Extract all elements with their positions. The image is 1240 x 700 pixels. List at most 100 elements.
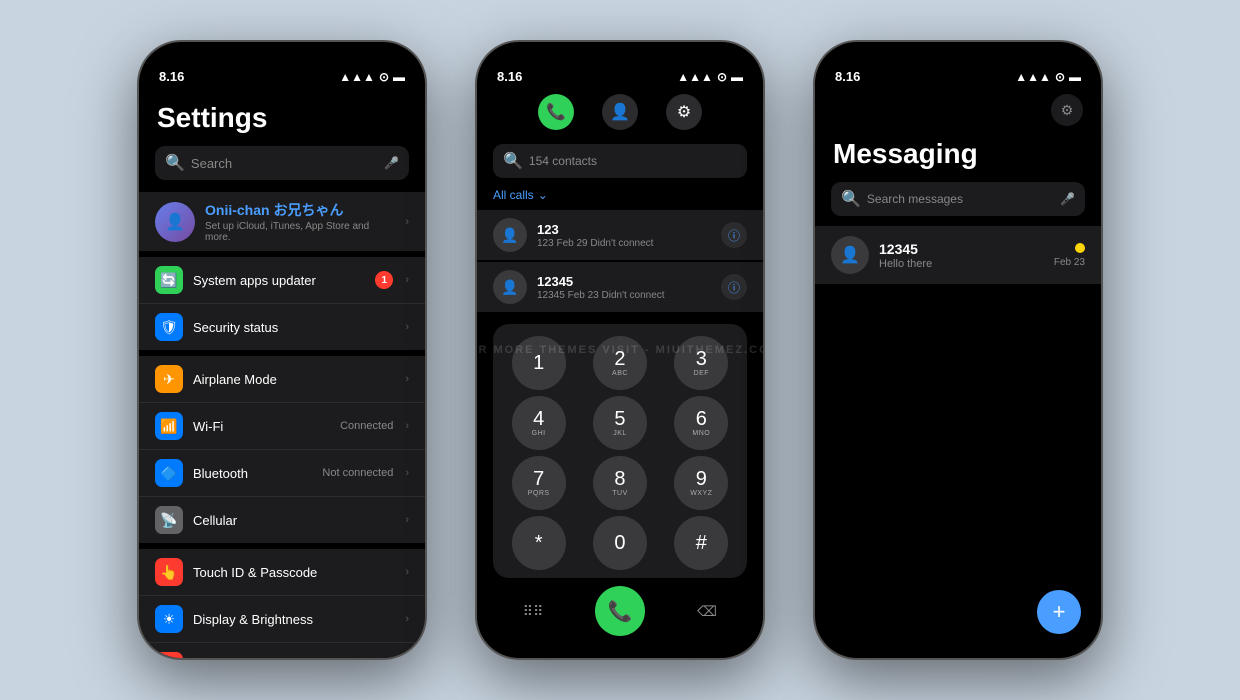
display-icon: ☀ — [155, 605, 183, 633]
chevron: › — [405, 274, 409, 286]
touchid-label: Touch ID & Passcode — [193, 565, 393, 580]
wifi-settings-icon: 📶 — [155, 412, 183, 440]
security-status-label: Security status — [193, 320, 393, 335]
call-info-btn-1[interactable]: ⓘ — [721, 222, 747, 248]
call-row-1[interactable]: 👤 123 123 Feb 29 Didn't connect ⓘ — [477, 210, 763, 260]
settings-row-wifi[interactable]: 📶 Wi-Fi Connected › — [139, 403, 425, 450]
dial-key-4[interactable]: 4GHI — [512, 396, 566, 450]
messaging-title: Messaging — [815, 134, 1101, 178]
message-date-1: Feb 23 — [1054, 257, 1085, 268]
settings-search-bar[interactable]: 🔍 Search 🎤 — [155, 146, 409, 180]
system-updater-icon: 🔄 — [155, 266, 183, 294]
battery-icon: ▬ — [393, 70, 405, 84]
messaging-search-placeholder: Search messages — [867, 192, 1054, 206]
messaging-gear-icon[interactable]: ⚙ — [1051, 94, 1083, 126]
dial-key-7[interactable]: 7PQRS — [512, 456, 566, 510]
message-preview-1: Hello there — [879, 258, 1044, 270]
call-avatar-1: 👤 — [493, 218, 527, 252]
messaging-search-bar[interactable]: 🔍 Search messages 🎤 — [831, 182, 1085, 216]
dial-key-6[interactable]: 6MNO — [674, 396, 728, 450]
dial-key-8[interactable]: 8TUV — [593, 456, 647, 510]
settings-row-cellular[interactable]: 📡 Cellular › — [139, 497, 425, 543]
security-status-icon: 🛡 — [155, 313, 183, 341]
sounds-icon: 🔔 — [155, 652, 183, 658]
message-avatar-1: 👤 — [831, 236, 869, 274]
search-icon-messaging: 🔍 — [841, 189, 861, 209]
settings-row-security-status[interactable]: 🛡 Security status › — [139, 304, 425, 350]
dial-key-star[interactable]: * — [512, 516, 566, 570]
settings-row-system-updater[interactable]: 🔄 System apps updater 1 › — [139, 257, 425, 304]
phones-container: 8.16 ▲▲▲ ⊙ ▬ Settings 🔍 Search 🎤 👤 — [137, 40, 1103, 660]
settings-row-touchid[interactable]: 👆 Touch ID & Passcode › — [139, 549, 425, 596]
airplane-icon: ✈ — [155, 365, 183, 393]
profile-row[interactable]: 👤 Onii-chan お兄ちゃん Set up iCloud, iTunes,… — [139, 192, 425, 251]
bluetooth-label: Bluetooth — [193, 466, 312, 481]
dialer-settings-icon[interactable]: ⚙ — [666, 94, 702, 130]
cellular-icon: 📡 — [155, 506, 183, 534]
unread-dot — [1075, 243, 1085, 253]
settings-screen: Settings 🔍 Search 🎤 👤 Onii-chan お兄ちゃん Se… — [139, 42, 425, 658]
all-calls-label: All calls — [493, 188, 534, 202]
wifi-icon-2: ⊙ — [717, 70, 727, 84]
call-name-2: 12345 — [537, 274, 711, 289]
call-button[interactable]: 📞 — [595, 586, 645, 636]
search-icon: 🔍 — [165, 153, 185, 173]
system-updater-badge: 1 — [375, 271, 393, 289]
search-placeholder: Search — [191, 156, 232, 171]
profile-subtitle: Set up iCloud, iTunes, App Store and mor… — [205, 221, 393, 243]
wifi-label: Wi-Fi — [193, 419, 330, 434]
chevron: › — [405, 613, 409, 625]
contacts-search-placeholder: 154 contacts — [529, 154, 597, 168]
contacts-icon[interactable]: 👤 — [602, 94, 638, 130]
settings-row-display[interactable]: ☀ Display & Brightness › — [139, 596, 425, 643]
wifi-icon-3: ⊙ — [1055, 70, 1065, 84]
dynamic-island-2 — [575, 54, 665, 80]
dial-key-0[interactable]: 0 — [593, 516, 647, 570]
wifi-value: Connected — [340, 420, 393, 432]
message-row-1[interactable]: 👤 12345 Hello there Feb 23 — [815, 226, 1101, 284]
dial-key-2[interactable]: 2ABC — [593, 336, 647, 390]
chevron: › — [405, 321, 409, 333]
dial-key-hash[interactable]: # — [674, 516, 728, 570]
time-1: 8.16 — [159, 69, 184, 84]
wifi-icon: ⊙ — [379, 70, 389, 84]
dial-key-9[interactable]: 9WXYZ — [674, 456, 728, 510]
airplane-label: Airplane Mode — [193, 372, 393, 387]
chevron: › — [405, 566, 409, 578]
system-updater-label: System apps updater — [193, 273, 365, 288]
dial-key-1[interactable]: 1 — [512, 336, 566, 390]
chevron: › — [405, 373, 409, 385]
settings-row-sounds[interactable]: 🔔 Sounds & Haptics › — [139, 643, 425, 658]
contacts-search-bar[interactable]: 🔍 154 contacts — [493, 144, 747, 178]
bluetooth-icon: 🔷 — [155, 459, 183, 487]
dynamic-island-3 — [913, 54, 1003, 80]
battery-icon-2: ▬ — [731, 70, 743, 84]
call-row-2[interactable]: 👤 12345 12345 Feb 23 Didn't connect ⓘ — [477, 262, 763, 312]
mic-icon: 🎤 — [384, 156, 399, 170]
keypad-icon[interactable]: ⠿⠿ — [515, 593, 551, 629]
settings-row-airplane[interactable]: ✈ Airplane Mode › — [139, 356, 425, 403]
compose-fab-button[interactable]: + — [1037, 590, 1081, 634]
backspace-icon[interactable]: ⌫ — [689, 593, 725, 629]
profile-chevron: › — [405, 216, 409, 228]
settings-row-bluetooth[interactable]: 🔷 Bluetooth Not connected › — [139, 450, 425, 497]
dial-key-3[interactable]: 3DEF — [674, 336, 728, 390]
touchid-icon: 👆 — [155, 558, 183, 586]
display-label: Display & Brightness — [193, 612, 393, 627]
phone-call-icon[interactable]: 📞 — [538, 94, 574, 130]
chevron: › — [405, 514, 409, 526]
phone-dialer: 8.16 ▲▲▲ ⊙ ▬ 📞 👤 ⚙ 🔍 154 contacts — [475, 40, 765, 660]
status-icons-2: ▲▲▲ ⊙ ▬ — [677, 70, 743, 84]
dialer-phone-screen: 8.16 ▲▲▲ ⊙ ▬ 📞 👤 ⚙ 🔍 154 contacts — [477, 42, 763, 658]
status-icons-1: ▲▲▲ ⊙ ▬ — [339, 70, 405, 84]
settings-group-security: 👆 Touch ID & Passcode › ☀ Display & Brig… — [139, 549, 425, 658]
call-info-btn-2[interactable]: ⓘ — [721, 274, 747, 300]
bluetooth-value: Not connected — [322, 467, 393, 479]
all-calls-row[interactable]: All calls ⌄ — [477, 182, 763, 208]
call-avatar-2: 👤 — [493, 270, 527, 304]
call-info-1: 123 123 Feb 29 Didn't connect — [537, 222, 711, 249]
message-name-1: 12345 — [879, 241, 1044, 257]
chevron: › — [405, 467, 409, 479]
dynamic-island-1 — [237, 54, 327, 80]
dial-key-5[interactable]: 5JKL — [593, 396, 647, 450]
